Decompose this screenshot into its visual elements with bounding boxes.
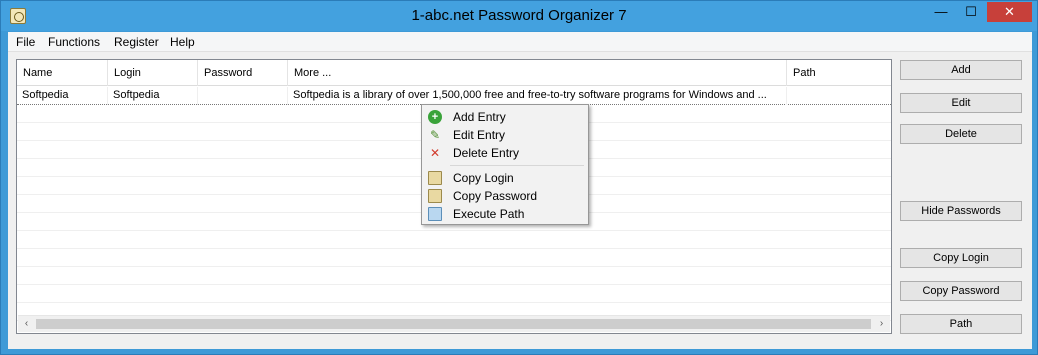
path-button[interactable]: Path [900,314,1022,334]
maximize-button[interactable]: ☐ [957,2,985,22]
scroll-thumb[interactable] [36,319,871,329]
cell-login: Softpedia [108,87,198,105]
edit-icon: ✎ [429,128,441,142]
add-button[interactable]: Add [900,60,1022,80]
close-button[interactable]: ✕ [987,2,1032,22]
copy-login-button[interactable]: Copy Login [900,248,1022,268]
column-header-name[interactable]: Name [17,60,108,86]
column-header-more[interactable]: More ... [288,60,787,86]
cell-name: Softpedia [17,87,108,105]
add-icon: + [428,110,442,124]
window-title: 1-abc.net Password Organizer 7 [411,7,627,24]
scroll-left-icon[interactable]: ‹ [18,316,35,332]
cell-path [787,87,891,105]
execute-icon [428,207,442,221]
context-item-label: Execute Path [453,207,525,221]
context-menu-separator [450,165,584,166]
empty-row [17,249,891,267]
context-item-label: Add Entry [453,110,506,124]
cell-more: Softpedia is a library of over 1,500,000… [288,87,787,105]
empty-row [17,285,891,303]
context-item-label: Copy Login [453,171,514,185]
context-item-label: Delete Entry [453,146,520,160]
context-item-copy-password[interactable]: Copy Password [424,187,586,205]
table-row[interactable]: Softpedia Softpedia Softpedia is a libra… [17,87,891,105]
delete-button[interactable]: Delete [900,124,1022,144]
empty-row [17,267,891,285]
column-header-password[interactable]: Password [198,60,288,86]
column-header-path[interactable]: Path [787,60,891,86]
title-bar[interactable]: 1-abc.net Password Organizer 7 — ☐ ✕ [1,1,1037,31]
context-item-copy-login[interactable]: Copy Login [424,169,586,187]
empty-row [17,231,891,249]
context-item-edit-entry[interactable]: ✎ Edit Entry [424,126,586,144]
cell-password [198,87,288,105]
copy-icon [428,189,442,203]
menu-functions[interactable]: Functions [47,34,101,50]
context-item-delete-entry[interactable]: ✕ Delete Entry [424,144,586,162]
context-menu: + Add Entry ✎ Edit Entry ✕ Delete Entry … [421,104,589,225]
column-header-login[interactable]: Login [108,60,198,86]
minimize-button[interactable]: — [927,2,955,22]
context-item-label: Edit Entry [453,128,506,142]
hide-passwords-button[interactable]: Hide Passwords [900,201,1022,221]
menu-register[interactable]: Register [113,34,160,50]
context-item-execute-path[interactable]: Execute Path [424,205,586,223]
list-header: Name Login Password More ... Path [17,60,891,86]
main-window: 1-abc.net Password Organizer 7 — ☐ ✕ Fil… [0,0,1038,355]
context-item-label: Copy Password [453,189,538,203]
edit-button[interactable]: Edit [900,93,1022,113]
menu-bar: File Functions Register Help [8,32,1032,52]
copy-password-button[interactable]: Copy Password [900,281,1022,301]
horizontal-scrollbar[interactable]: ‹ › [18,315,890,332]
menu-file[interactable]: File [15,34,36,50]
menu-help[interactable]: Help [169,34,196,50]
copy-icon [428,171,442,185]
scroll-right-icon[interactable]: › [873,316,890,332]
context-item-add-entry[interactable]: + Add Entry [424,108,586,126]
delete-icon: ✕ [429,146,441,160]
